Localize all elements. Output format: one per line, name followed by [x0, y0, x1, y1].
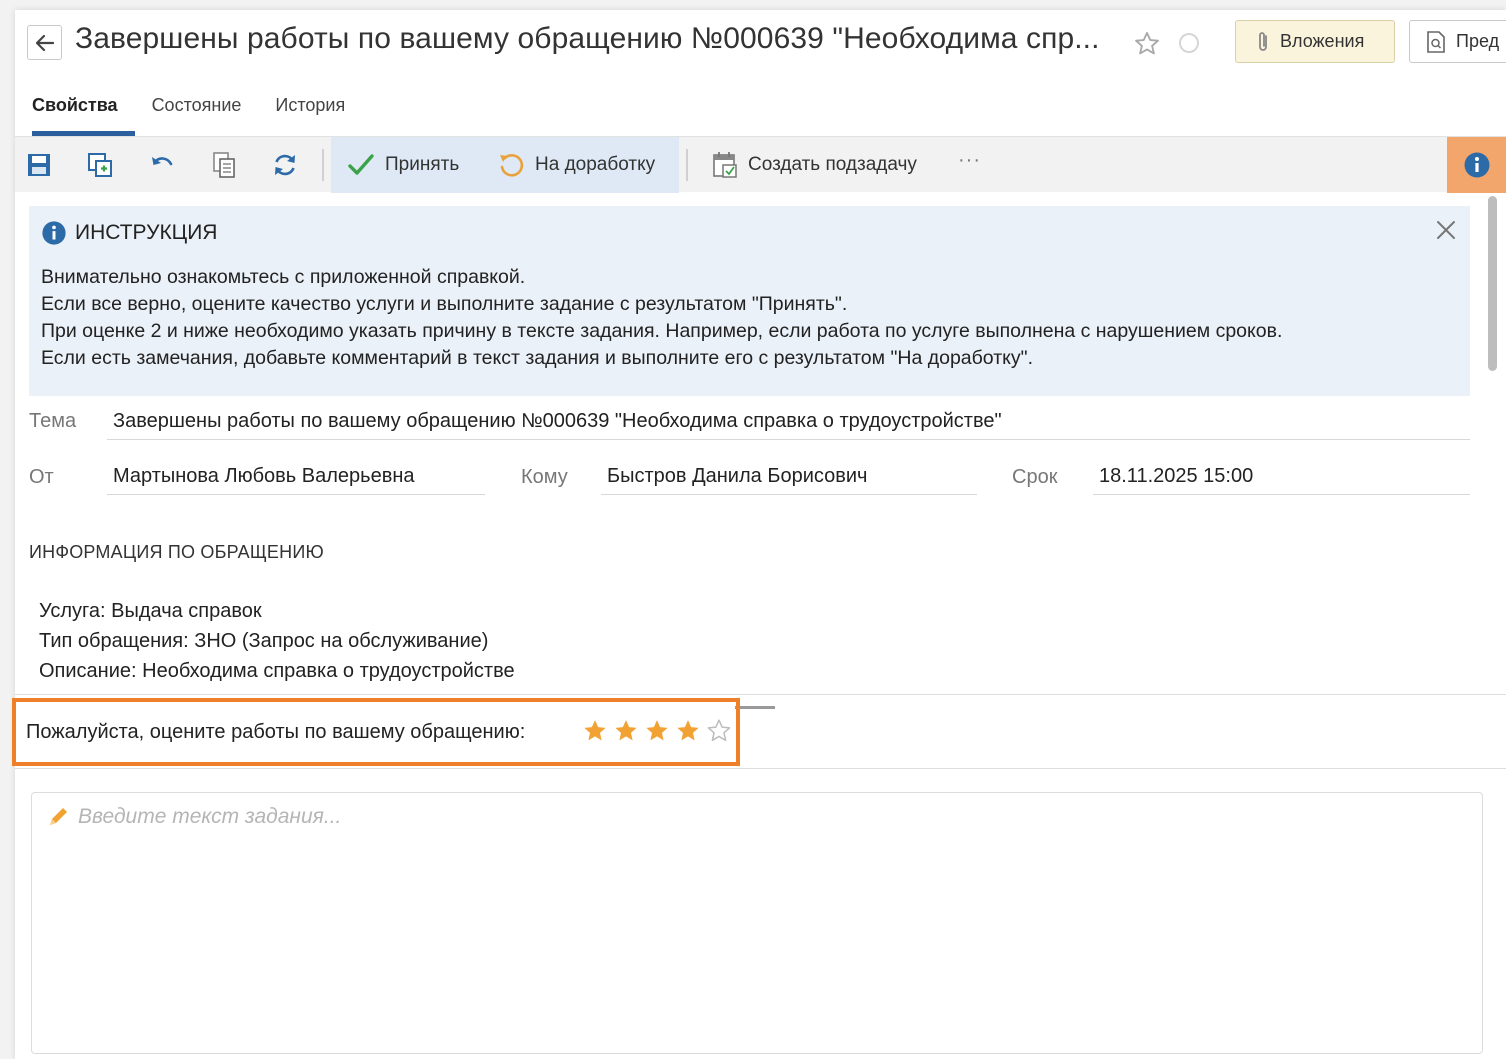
create-subtask-button[interactable]: Создать подзадачу: [712, 137, 917, 193]
instruction-panel: ИНСТРУКЦИЯ Внимательно ознакомьтесь с пр…: [29, 206, 1470, 396]
tab-state[interactable]: Состояние: [135, 88, 259, 136]
create-subtask-label: Создать подзадачу: [748, 154, 917, 175]
scrollbar[interactable]: [1488, 196, 1497, 371]
due-label: Срок: [1012, 466, 1058, 488]
info-panel-button[interactable]: [1447, 137, 1506, 193]
preview-label: Пред: [1456, 31, 1500, 51]
checkmark-icon: [348, 154, 374, 175]
undo-button[interactable]: [147, 150, 177, 180]
pencil-icon: [50, 808, 67, 825]
close-icon[interactable]: [1434, 218, 1458, 242]
to-label: Кому: [521, 466, 568, 488]
instruction-line: Если есть замечания, добавьте комментари…: [41, 347, 1033, 369]
favorite-star-icon[interactable]: [1133, 30, 1161, 58]
instruction-line: При оценке 2 и ниже необходимо указать п…: [41, 320, 1283, 342]
refresh-icon: [275, 154, 295, 176]
toolbar-separator: [686, 149, 688, 181]
divider: [15, 694, 1506, 695]
instruction-line: Внимательно ознакомьтесь с приложенной с…: [41, 266, 526, 288]
instruction-header: ИНСТРУКЦИЯ: [41, 220, 217, 246]
page-title: Завершены работы по вашему обращению №00…: [75, 22, 1100, 55]
info-icon: [42, 221, 66, 245]
rating-label: Пожалуйста, оцените работы по вашему обр…: [26, 721, 526, 743]
back-button[interactable]: [27, 25, 62, 60]
toolbar: Принять На доработку Создать подзадачу ·…: [15, 136, 1506, 193]
star-filled-icon[interactable]: [675, 718, 701, 744]
task-card-window: Завершены работы по вашему обращению №00…: [12, 10, 1506, 1059]
more-actions-button[interactable]: ···: [958, 149, 981, 172]
to-field[interactable]: Быстров Данила Борисович: [601, 461, 977, 495]
request-info-text: Услуга: Выдача справок Тип обращения: ЗН…: [39, 596, 515, 686]
copy-icon: [213, 152, 235, 178]
request-info-heading: ИНФОРМАЦИЯ ПО ОБРАЩЕНИЮ: [29, 542, 324, 562]
title-bar: Завершены работы по вашему обращению №00…: [15, 10, 1506, 80]
request-info-line: Описание: Необходима справка о трудоустр…: [39, 660, 515, 682]
document-preview-icon: [1427, 30, 1445, 53]
resize-handle[interactable]: [735, 706, 775, 709]
undo-icon: [152, 157, 173, 166]
star-empty-icon[interactable]: [706, 718, 732, 744]
accept-button[interactable]: Принять: [347, 137, 459, 193]
from-field[interactable]: Мартынова Любовь Валерьевна: [107, 461, 485, 495]
divider: [15, 768, 1506, 769]
instruction-title: ИНСТРУКЦИЯ: [75, 221, 218, 244]
paperclip-icon: [1259, 31, 1267, 51]
calendar-subtask-icon: [713, 152, 737, 178]
task-text-placeholder: Введите текст задания...: [78, 805, 342, 828]
info-icon: [1464, 152, 1489, 178]
from-label: От: [29, 466, 54, 488]
star-filled-icon[interactable]: [644, 718, 670, 744]
due-date-field[interactable]: 18.11.2025 15:00: [1093, 461, 1470, 495]
attachments-label: Вложения: [1280, 31, 1365, 51]
instruction-line: Если все верно, оцените качество услуги …: [41, 293, 848, 315]
tab-bar: Свойства Состояние История: [15, 88, 362, 136]
task-result-buttons: Принять На доработку: [331, 137, 679, 193]
subject-field[interactable]: Завершены работы по вашему обращению №00…: [107, 406, 1470, 440]
rating-highlight: Пожалуйста, оцените работы по вашему обр…: [12, 698, 740, 766]
toolbar-separator: [322, 149, 324, 181]
save-button[interactable]: [24, 150, 54, 180]
preview-button[interactable]: Пред: [1409, 20, 1506, 63]
tab-history[interactable]: История: [258, 88, 362, 136]
save-copy-button[interactable]: [85, 150, 115, 180]
instruction-text: Внимательно ознакомьтесь с приложенной с…: [41, 264, 1282, 372]
refresh-button[interactable]: [270, 150, 300, 180]
request-info-line: Услуга: Выдача справок: [39, 600, 262, 622]
copy-button[interactable]: [209, 150, 239, 180]
rework-button[interactable]: На доработку: [497, 137, 655, 193]
request-info-line: Тип обращения: ЗНО (Запрос на обслуживан…: [39, 630, 489, 652]
subject-label: Тема: [29, 410, 77, 432]
attachments-button[interactable]: Вложения: [1235, 20, 1395, 63]
status-circle-icon: [1179, 33, 1199, 53]
task-text-input[interactable]: Введите текст задания...: [31, 792, 1483, 1054]
arrow-left-icon: [35, 34, 54, 51]
tab-properties[interactable]: Свойства: [15, 88, 135, 136]
save-copy-icon: [88, 153, 112, 177]
accept-label: Принять: [385, 154, 460, 175]
star-filled-icon[interactable]: [582, 718, 608, 744]
star-filled-icon[interactable]: [613, 718, 639, 744]
save-icon: [28, 154, 50, 176]
star-rating[interactable]: [582, 718, 732, 744]
rework-arrow-icon: [500, 153, 524, 177]
rework-label: На доработку: [535, 154, 656, 175]
